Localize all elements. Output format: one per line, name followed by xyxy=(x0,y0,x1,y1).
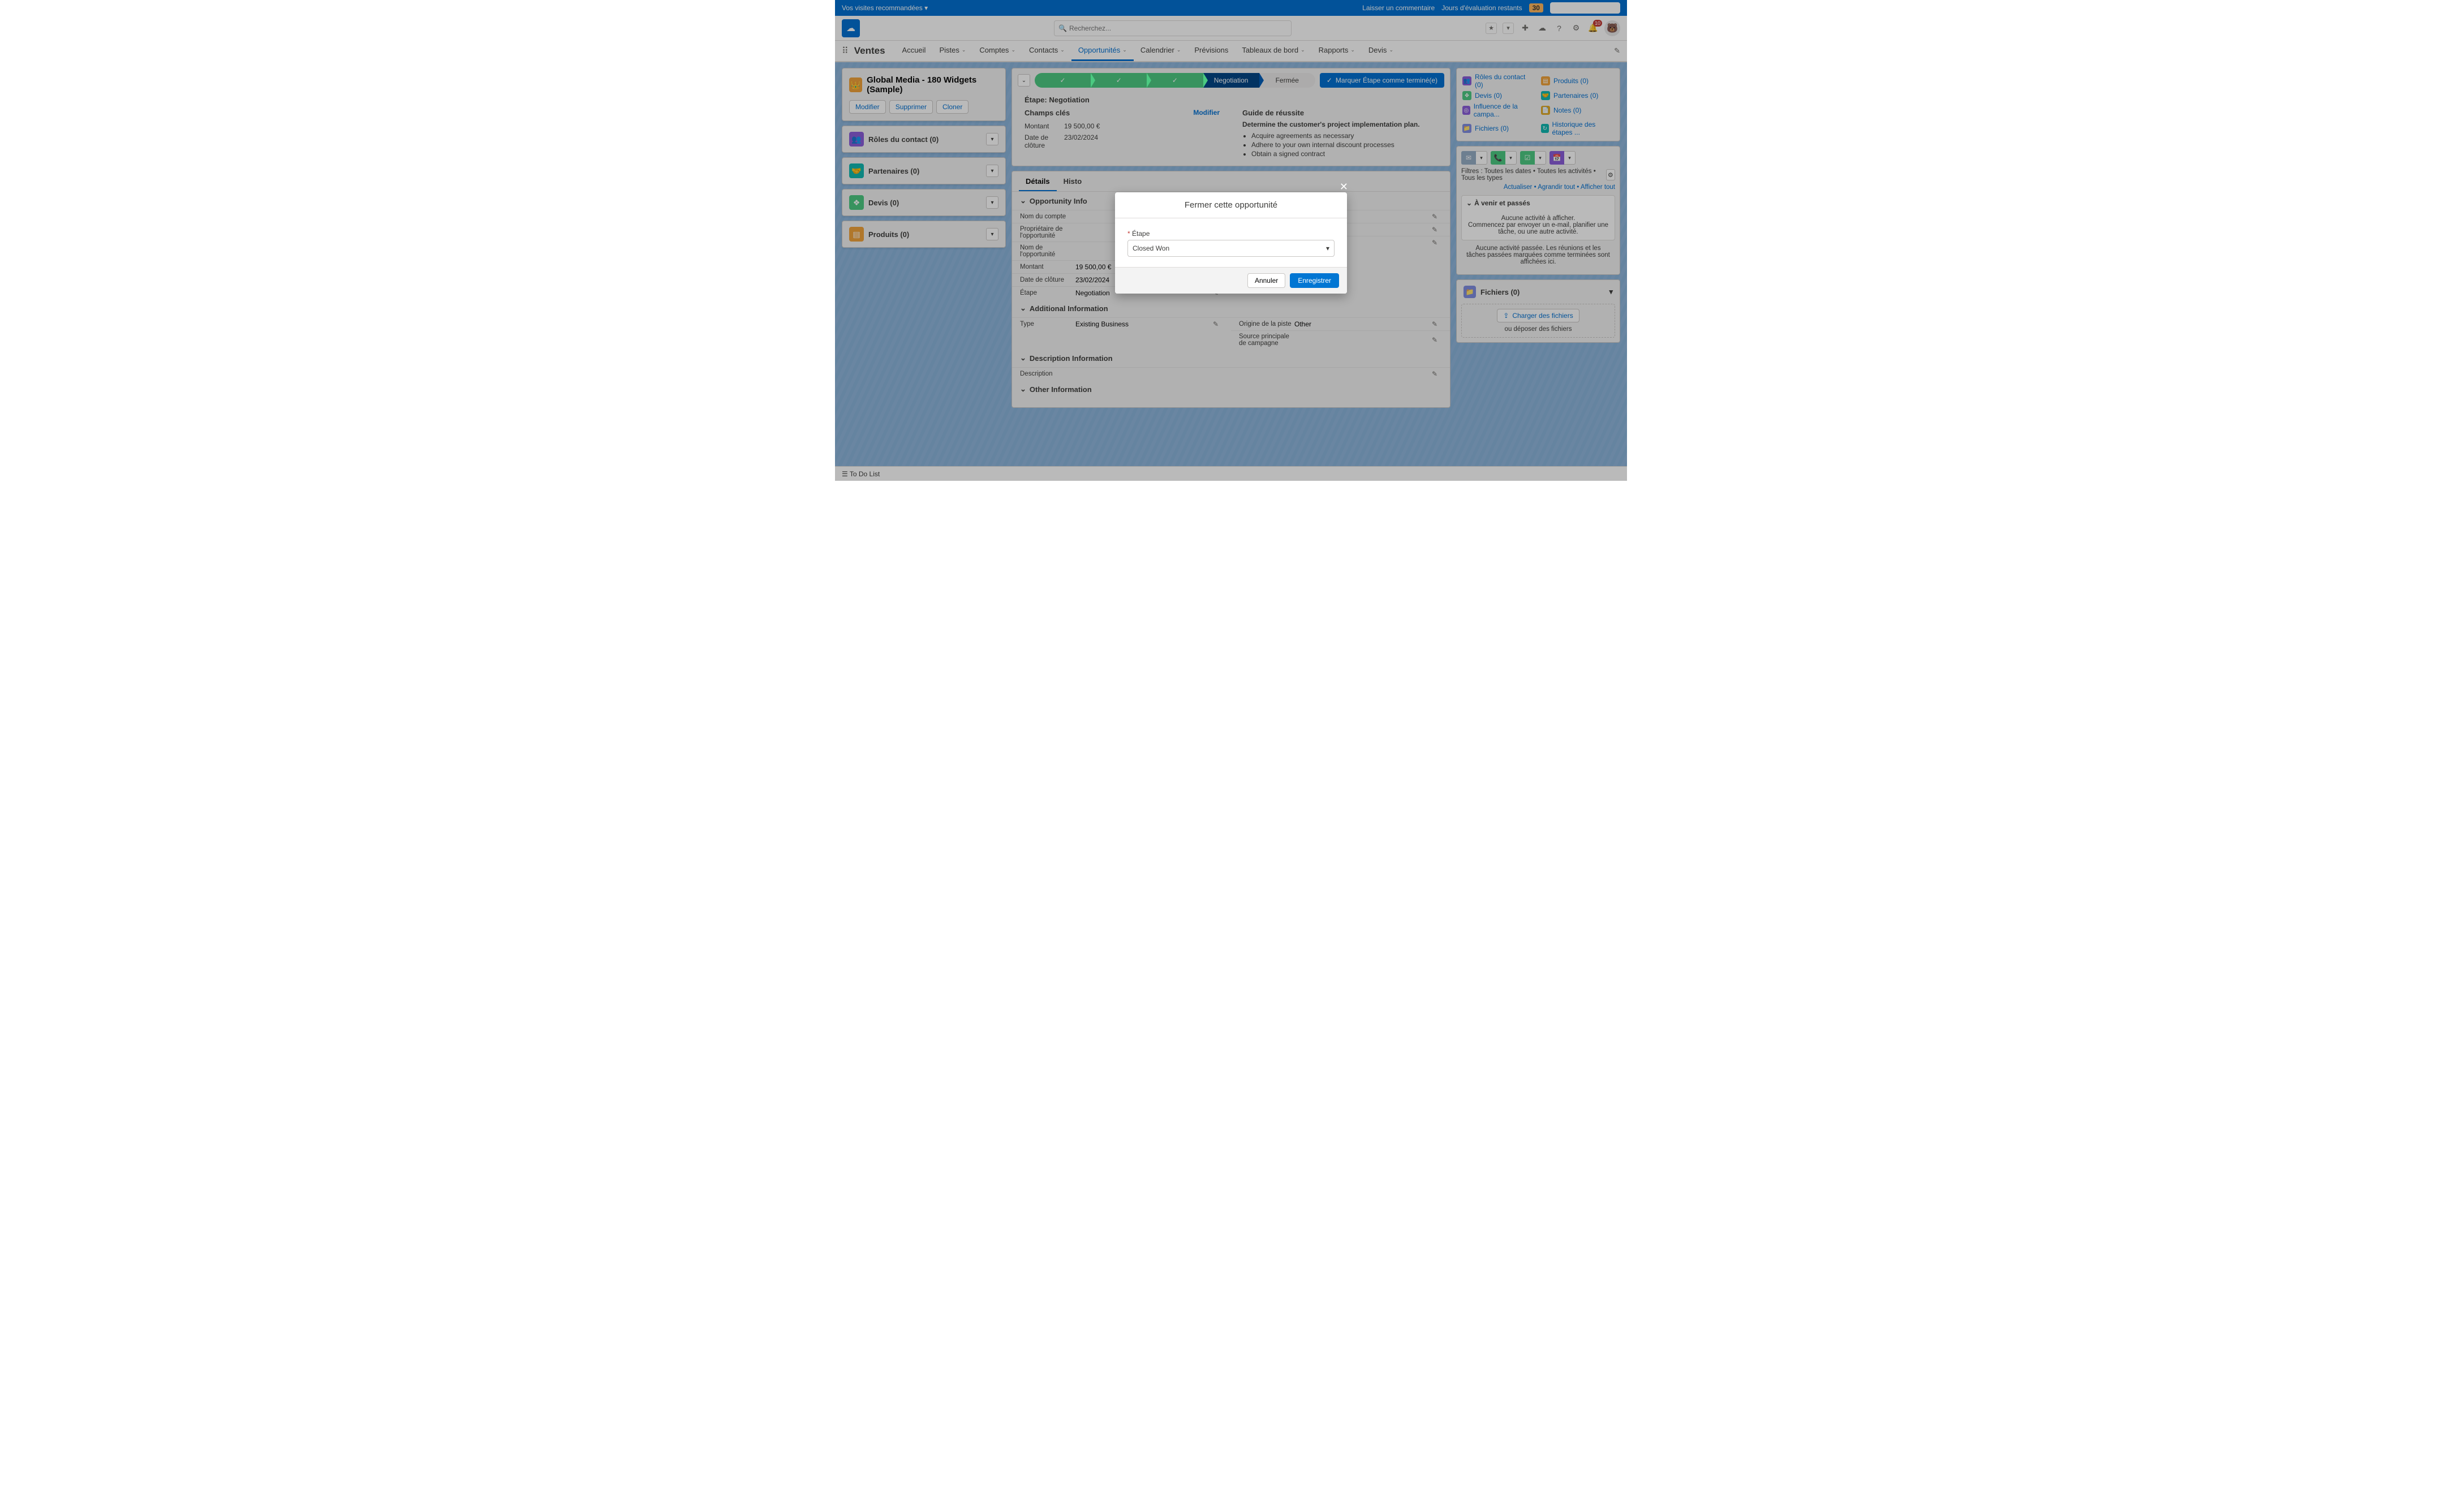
modal-backdrop[interactable]: ✕ Fermer cette opportunité * Étape Close… xyxy=(835,0,1627,481)
modal-cancel-button[interactable]: Annuler xyxy=(1247,273,1285,288)
app-root: Vos visites recommandées ▾ Laisser un co… xyxy=(835,0,1627,481)
modal-title: Fermer cette opportunité xyxy=(1115,192,1347,218)
modal-stage-select[interactable]: Closed Won ▾ xyxy=(1127,240,1335,257)
chevron-down-icon: ▾ xyxy=(1326,244,1329,252)
modal-close-icon[interactable]: ✕ xyxy=(1340,181,1348,193)
select-value: Closed Won xyxy=(1133,244,1169,252)
modal-stage-label: * Étape xyxy=(1127,230,1335,238)
close-opportunity-modal: ✕ Fermer cette opportunité * Étape Close… xyxy=(1115,192,1347,294)
modal-save-button[interactable]: Enregistrer xyxy=(1290,273,1339,288)
